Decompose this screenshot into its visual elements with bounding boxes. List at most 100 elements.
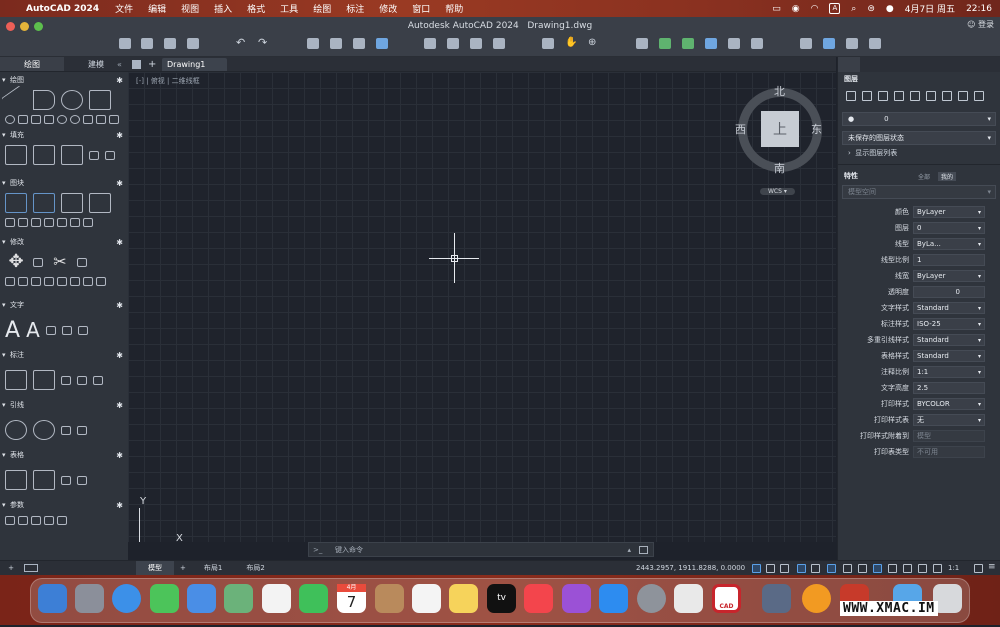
current-layer-select[interactable]: ● 0 (842, 112, 996, 126)
revcloud-icon[interactable] (96, 115, 106, 124)
search-icon[interactable]: ⌕ (851, 4, 856, 14)
viewcube-east[interactable]: 东 (811, 121, 822, 137)
spline-icon[interactable] (18, 115, 28, 124)
object-type-select[interactable]: 模型空间 (842, 185, 996, 199)
viewcube-south[interactable]: 南 (774, 160, 785, 176)
3d-osnap-icon[interactable] (888, 564, 897, 573)
xref-icon[interactable] (470, 38, 482, 49)
menu-draw[interactable]: 绘图 (313, 2, 331, 15)
facetime-icon[interactable] (299, 584, 328, 613)
move-icon[interactable]: ✥ (5, 252, 27, 272)
layer-walk-icon[interactable] (705, 38, 717, 49)
wipeout-icon[interactable] (109, 115, 119, 124)
control-center-icon[interactable]: ⊜ (867, 4, 875, 14)
apple-tv-icon[interactable]: tv (487, 584, 516, 613)
command-history-icon[interactable]: ▴ (627, 546, 631, 554)
redo-icon[interactable]: ↷ (258, 37, 270, 49)
layer-tool-4-icon[interactable] (894, 91, 904, 101)
param-tool-4-icon[interactable] (44, 516, 54, 525)
app-store-icon[interactable] (599, 584, 628, 613)
block-tool-3-icon[interactable] (31, 218, 41, 227)
prop-dim-style-value[interactable]: ISO-25 (913, 318, 985, 330)
offset-icon[interactable] (31, 277, 41, 286)
trim-icon[interactable]: ✂ (49, 252, 71, 272)
layout-list-icon[interactable] (24, 564, 38, 572)
new-tab-icon[interactable]: + (148, 59, 156, 70)
layer-tool-1-icon[interactable] (846, 91, 856, 101)
gear-icon[interactable]: ✱ (116, 351, 123, 360)
viewport-controls[interactable]: [-] | 俯视 | 二维线框 (136, 76, 200, 86)
save-icon[interactable] (164, 38, 176, 49)
tab-layout2[interactable]: 布局2 (234, 561, 276, 575)
zoom-window-icon[interactable] (542, 38, 554, 49)
layer-properties-icon[interactable] (636, 38, 648, 49)
tab-draw[interactable]: 绘图 (0, 57, 64, 71)
player-icon[interactable] (802, 584, 831, 613)
layer-state-select[interactable]: 未保存的图层状态 (842, 131, 996, 145)
command-prompt-icon[interactable]: >_ (309, 546, 335, 554)
section-text[interactable]: 文字 ✱ (0, 297, 128, 313)
layer-tool-8-icon[interactable] (958, 91, 968, 101)
undo-icon[interactable]: ↶ (236, 37, 248, 49)
tab-blocks-icon[interactable] (860, 57, 882, 72)
prop-layer-value[interactable]: 0 (913, 222, 985, 234)
reminders-icon[interactable] (412, 584, 441, 613)
ortho-icon[interactable] (780, 564, 789, 573)
user-icon[interactable]: ◉ (792, 4, 800, 14)
layer-tool-5-icon[interactable] (910, 91, 920, 101)
super-hatch-icon[interactable] (105, 150, 115, 160)
block-tool-6-icon[interactable] (70, 218, 80, 227)
polyline-icon[interactable] (33, 90, 55, 110)
menubar-time[interactable]: 22:16 (966, 4, 992, 14)
input-source[interactable]: A (829, 3, 841, 14)
prop-mleader-style-value[interactable]: Standard (913, 334, 985, 346)
saveas-icon[interactable] (187, 38, 199, 49)
aligned-dim-icon[interactable] (33, 370, 55, 390)
section-table[interactable]: 表格 ✱ (0, 447, 128, 463)
section-hatch[interactable]: 填充 ✱ (0, 127, 128, 143)
toggle-all[interactable]: 全部 (918, 172, 930, 181)
param-tool-2-icon[interactable] (18, 516, 28, 525)
grid-icon[interactable] (752, 564, 761, 573)
multileader-icon[interactable] (5, 420, 27, 440)
prop-plot-style-value[interactable]: BYCOLOR (913, 398, 985, 410)
safari-icon[interactable] (112, 584, 141, 613)
plot-preview-icon[interactable] (330, 38, 342, 49)
toggle-mine[interactable]: 我的 (938, 171, 957, 181)
cart-icon[interactable] (869, 38, 881, 49)
layer-tool-3-icon[interactable] (878, 91, 888, 101)
prop-text-height-value[interactable]: 2.5 (913, 382, 985, 394)
customize-icon[interactable]: ≡ (988, 562, 996, 572)
podcasts-icon[interactable] (562, 584, 591, 613)
circle-icon[interactable] (61, 90, 83, 110)
sheet-set-icon[interactable] (800, 38, 812, 49)
copy-icon[interactable] (5, 277, 15, 286)
layer-tool-2-icon[interactable] (862, 91, 872, 101)
command-expand-icon[interactable] (639, 545, 648, 554)
workspace-icon[interactable] (974, 564, 983, 573)
share-icon[interactable] (823, 38, 835, 49)
layer-tool-6-icon[interactable] (926, 91, 936, 101)
command-input[interactable]: 键入命令 (335, 545, 363, 555)
viewcube-north[interactable]: 北 (774, 83, 785, 99)
prop-transparency-value[interactable]: 0 (913, 286, 985, 298)
boundary-icon[interactable] (61, 145, 83, 165)
leader-add-icon[interactable] (33, 420, 55, 440)
leader-tool-2-icon[interactable] (77, 425, 87, 435)
viewport-minus[interactable]: - (139, 77, 142, 85)
menu-insert[interactable]: 插入 (214, 2, 232, 15)
snap-icon[interactable] (766, 564, 775, 573)
edit-block-icon[interactable] (61, 193, 83, 213)
menu-window[interactable]: 窗口 (412, 2, 430, 15)
object-snap-icon[interactable] (827, 564, 836, 573)
layer-off-icon[interactable] (751, 38, 763, 49)
wifi-icon[interactable]: ◠ (811, 4, 819, 14)
messages-icon[interactable] (150, 584, 179, 613)
pdf-icon[interactable] (493, 38, 505, 49)
system-settings-icon[interactable] (637, 584, 666, 613)
photos-icon[interactable] (262, 584, 291, 613)
mline-icon[interactable] (31, 115, 41, 124)
menu-view[interactable]: 视图 (181, 2, 199, 15)
ray-icon[interactable] (44, 115, 54, 124)
layer-tool-7-icon[interactable] (942, 91, 952, 101)
